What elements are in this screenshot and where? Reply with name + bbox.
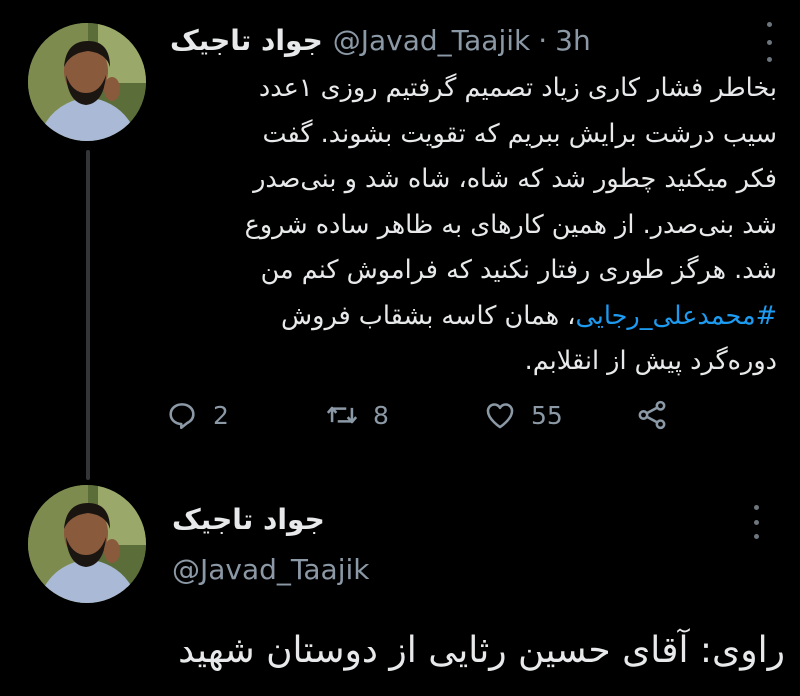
author-name[interactable]: جواد تاجیک <box>170 24 323 57</box>
share-icon <box>638 400 666 430</box>
tweet-text-line: شد. هرگز طوری رفتار نکنید که فراموش کنم … <box>260 255 777 285</box>
tweet-text-line: دوره‌گرد پیش از انقلابم. <box>524 346 777 376</box>
tweet-actions: 2 8 55 <box>165 393 695 437</box>
author-handle[interactable]: @Javad_Taajik <box>172 553 369 586</box>
avatar[interactable] <box>28 23 146 141</box>
retweet-button[interactable]: 8 <box>325 393 389 437</box>
heart-icon <box>486 403 514 429</box>
author-name[interactable]: جواد تاجیک <box>172 503 325 536</box>
hashtag-link[interactable]: #محمدعلی_رجایی <box>576 301 777 331</box>
reply-button[interactable]: 2 <box>165 393 229 437</box>
retweet-icon <box>326 406 358 424</box>
like-button[interactable]: 55 <box>483 393 563 437</box>
tweet-text-line: شد بنی‌صدر. از همین کارهای به ظاهر ساده … <box>244 209 777 240</box>
more-options-icon[interactable] <box>762 22 776 62</box>
more-options-icon[interactable] <box>749 505 763 539</box>
retweet-count: 8 <box>373 400 389 430</box>
thread-connector <box>86 150 90 480</box>
tweet-header: جواد تاجیک @Javad_Taajik · 3h <box>170 22 591 58</box>
hashtag-suffix: ، همان کاسه بشقاب فروش <box>281 300 576 331</box>
avatar-photo <box>28 485 146 603</box>
avatar[interactable] <box>28 485 146 603</box>
tweet-text: راوی: آقای حسین رثایی از دوستان شهید <box>178 630 785 671</box>
tweet-time[interactable]: 3h <box>555 24 591 57</box>
reply-count: 2 <box>213 400 229 430</box>
tweet-text: بخاطر فشار کاری زیاد تصمیم گرفتیم روزی ۱… <box>165 66 777 385</box>
avatar-photo <box>28 23 146 141</box>
tweet-text-line: #محمدعلی_رجایی، همان کاسه بشقاب فروش <box>165 294 777 340</box>
separator-dot: · <box>538 23 548 57</box>
share-button[interactable] <box>635 393 669 437</box>
like-count: 55 <box>531 400 563 430</box>
tweet-text-line: بخاطر فشار کاری زیاد تصمیم گرفتیم روزی ۱… <box>258 73 777 103</box>
reply-icon <box>169 403 195 430</box>
author-handle[interactable]: @Javad_Taajik <box>333 24 530 57</box>
tweet-text-line: سیب درشت برایش ببریم که تقویت بشوند. گفت <box>262 118 777 149</box>
tweet-text-line: فکر میکنید چطور شد که شاه، شاه شد و بنی‌… <box>253 164 777 194</box>
